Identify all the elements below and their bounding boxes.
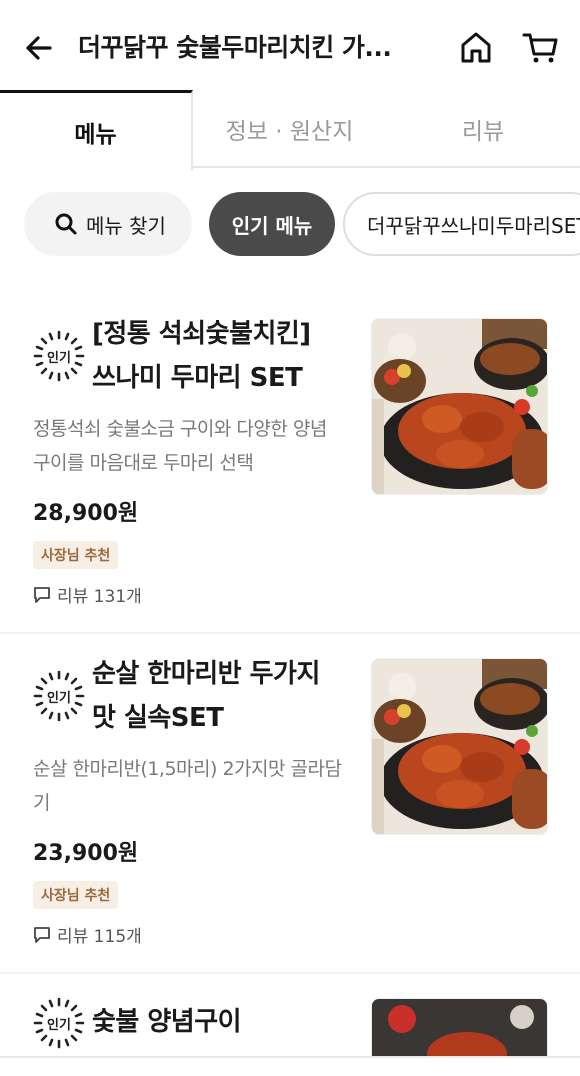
filter-chips: 메뉴 찾기 인기 메뉴 더꾸닭꾸쓰나미두마리SET [0,192,580,258]
menu-item[interactable]: 인기 숯불 양념구이 [0,980,580,1056]
item-description: 순살 한마리반(1,5마리) 2가지맛 골라담기 [33,758,342,814]
item-price: 28,900원 [33,501,139,526]
item-photo [371,998,548,1056]
item-divider [0,972,580,974]
item-photo [371,658,548,835]
tab-menu[interactable]: 메뉴 [0,90,193,170]
popular-badge-label: 인기 [47,350,71,366]
chicken-photo-image [372,999,547,1056]
cart-icon [522,33,558,63]
home-icon [461,32,491,63]
back-button[interactable] [22,30,58,66]
item-name: [정통 석쇠숯불치킨] 쓰나미 두마리 SET [92,319,311,393]
app-header: 더꾸닭꾸 숯불두마리치킨 가... [0,0,580,92]
menu-search-label: 메뉴 찾기 [86,213,166,238]
menu-item[interactable]: 인기 [정통 석쇠숯불치킨] 쓰나미 두마리 SET 정통석쇠 숯불소금 구이와… [0,300,580,634]
owner-recommend-badge: 사장님 추천 [33,541,119,569]
comment-icon [34,926,50,943]
cart-button[interactable] [521,28,559,66]
tab-reviews[interactable]: 리뷰 [386,90,580,168]
menu-item[interactable]: 인기 순살 한마리반 두가지맛 실속SET 순살 한마리반(1,5마리) 2가지… [0,640,580,974]
item-name: 숯불 양념구이 [92,1007,242,1037]
tab-info-origin[interactable]: 정보 · 원산지 [193,90,386,168]
popular-menu-chip[interactable]: 인기 메뉴 [209,192,335,256]
popular-badge: 인기 [32,669,86,723]
menu-search-chip[interactable]: 메뉴 찾기 [24,192,192,256]
page-title: 더꾸닭꾸 숯불두마리치킨 가... [78,33,392,62]
item-description: 정통석쇠 숯불소금 구이와 다양한 양념구이를 마음대로 두마리 선택 [33,418,327,474]
item-divider [0,632,580,634]
item-name: 순살 한마리반 두가지맛 실속SET [92,659,320,733]
review-count: 리뷰 131개 [33,582,142,607]
owner-recommend-badge: 사장님 추천 [33,881,119,909]
chicken-photo-image [372,659,547,834]
comment-icon [34,586,50,603]
home-button[interactable] [457,28,495,66]
popular-badge: 인기 [32,996,86,1050]
item-price: 23,900원 [33,841,139,866]
item-photo [371,318,548,495]
arrow-left-icon [26,36,52,60]
popular-badge-label: 인기 [47,690,71,706]
popular-badge-label: 인기 [47,1017,71,1033]
search-icon [55,213,77,235]
review-count: 리뷰 115개 [33,922,142,947]
bottom-bar [0,1056,580,1076]
review-count-label: 리뷰 115개 [57,927,142,947]
chicken-photo-image [372,319,547,494]
popular-badge: 인기 [32,329,86,383]
review-count-label: 리뷰 131개 [57,587,142,607]
tab-bar: 메뉴 정보 · 원산지 리뷰 [0,90,580,170]
set-menu-chip[interactable]: 더꾸닭꾸쓰나미두마리SET [343,192,580,256]
